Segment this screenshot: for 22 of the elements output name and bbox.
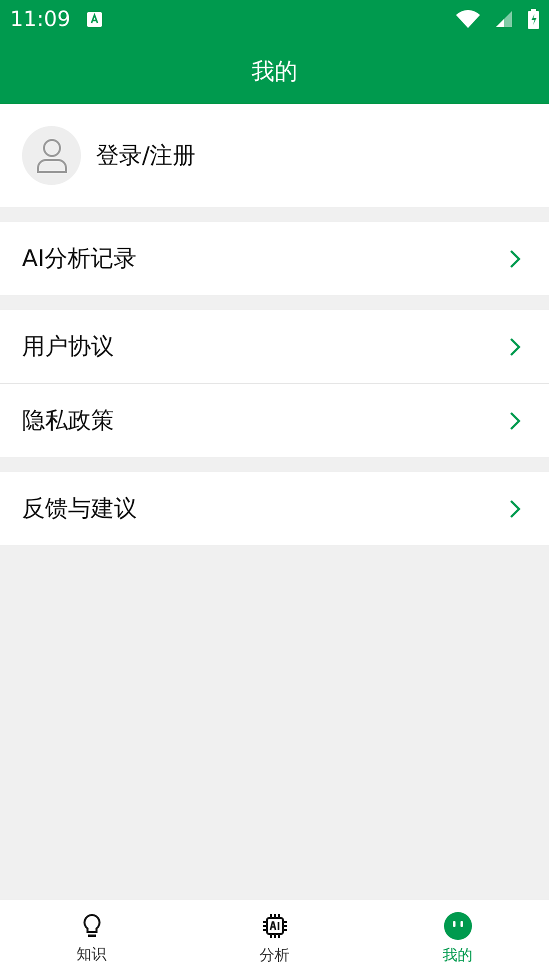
- login-label: 登录/注册: [96, 142, 196, 171]
- menu-item[interactable]: 隐私政策: [0, 383, 549, 457]
- nav-tab[interactable]: 分析: [183, 900, 366, 977]
- nav-tab[interactable]: 我的: [366, 900, 549, 977]
- chevron-right-icon: [509, 498, 521, 518]
- keyboard-notification-icon: [86, 12, 102, 26]
- chevron-right-icon: [509, 248, 521, 268]
- chevron-right-icon: [509, 410, 521, 430]
- menu-item[interactable]: 用户协议: [0, 310, 549, 383]
- login-row[interactable]: 登录/注册: [0, 104, 549, 207]
- lightbulb-icon: [82, 913, 102, 939]
- chevron-right-icon: [509, 336, 521, 356]
- menu-item[interactable]: AI分析记录: [0, 222, 549, 295]
- page-title: 我的: [252, 58, 298, 86]
- menu-item[interactable]: 反馈与建议: [0, 472, 549, 545]
- wifi-icon: [456, 10, 480, 28]
- smiley-icon: [444, 912, 472, 940]
- ai-chip-icon: [260, 912, 288, 940]
- nav-tab[interactable]: 知识: [0, 900, 183, 977]
- status-time: 11:09: [10, 7, 71, 31]
- battery-charging-icon: [528, 9, 539, 29]
- signal-icon: [496, 11, 512, 27]
